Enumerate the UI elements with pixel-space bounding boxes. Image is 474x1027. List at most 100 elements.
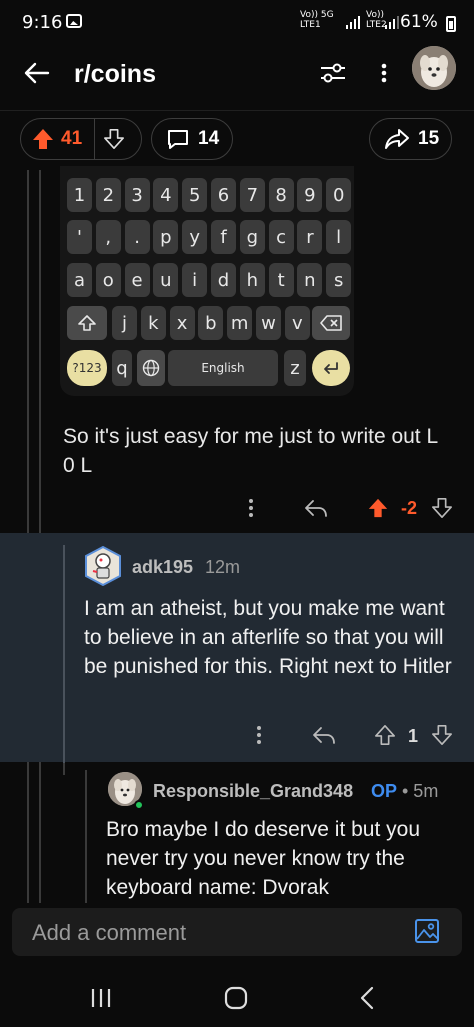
signal-icon [346,15,362,29]
z-key: z [284,350,306,386]
status-time: 9:16 [22,12,63,33]
row3-letter-key: e [124,263,150,297]
vote-separator [94,118,96,160]
row2-letter-key: r [297,220,323,254]
row1-digit-key: 8 [268,178,294,212]
network-info-2: Vo)) LTE2 [366,10,387,30]
subreddit-title[interactable]: r/coins [74,60,156,89]
more-vertical-icon[interactable] [374,58,394,88]
row2-letter-key: . [124,220,150,254]
network-sub-2: LTE2 [366,20,387,30]
comment-3-username[interactable]: Responsible_Grand348 [153,781,353,802]
row2-letter-key: y [182,220,208,254]
comment-2-avatar[interactable] [84,546,122,586]
row3-letter-key: i [182,263,208,297]
network-info: Vo)) 5G LTE1 [300,10,334,30]
comment-2-more-icon[interactable] [252,724,266,746]
recent-apps-icon[interactable] [90,987,112,1009]
row1-digit-key: 6 [211,178,236,212]
enter-key-icon [312,350,350,386]
row4-letter-key: v [284,306,310,340]
comment-2-time: 12m [205,557,241,577]
row3-letter-key: n [297,263,323,297]
row4-letter-key: k [140,306,166,340]
upvote-icon[interactable] [31,127,55,151]
op-badge: OP [371,781,398,801]
add-comment-input[interactable]: Add a comment [12,908,462,956]
comments-button[interactable]: 14 [151,118,233,160]
row2-letter-key: c [268,220,294,254]
row1-digit-key: 5 [182,178,208,212]
comment-1-more-icon[interactable] [244,497,258,519]
row2-letter-key: g [239,220,265,254]
q-key: q [112,350,132,386]
row1-digit-key: 0 [326,178,352,212]
comment-2-downvote-icon[interactable] [431,724,453,746]
comment-1-reply-icon[interactable] [303,497,329,519]
system-nav-bar [0,970,474,1027]
row2-letter-key: ' [67,220,92,254]
back-nav-icon[interactable] [358,986,376,1010]
row1-digit-key: 2 [95,178,121,212]
image-attach-icon[interactable] [414,918,440,944]
comment-3-time: • 5m [402,781,439,801]
row2-letter-key: p [153,220,179,254]
header-divider [0,110,474,111]
row3-letter-key: d [211,263,236,297]
row3-letter-key: u [153,263,179,297]
row4-letter-key: j [112,306,137,340]
comment-2-score: 1 [408,726,419,746]
row3-letter-key: h [239,263,265,297]
row4-letter-key: b [198,306,224,340]
globe-key-icon [137,350,165,386]
row1-digit-key: 7 [239,178,265,212]
sliders-icon[interactable] [318,58,348,88]
symbols-key: ?123 [67,350,107,386]
row2-letter-key: , [95,220,121,254]
comment-1-upvote-icon[interactable] [367,496,389,520]
thread-line-3-highlight[interactable] [63,545,65,763]
share-count: 15 [418,128,440,149]
comment-1-text: So it's just easy for me just to write o… [63,425,438,477]
row3-letter-key: o [95,263,121,297]
home-icon[interactable] [224,986,248,1010]
downvote-icon[interactable] [103,128,125,150]
comment-3-text: Bro maybe I do deserve it but you never … [106,818,421,899]
row4-letter-key: x [169,306,195,340]
row1-digit-key: 4 [153,178,179,212]
comment-1-downvote-icon[interactable] [431,497,453,519]
comment-2-reply-icon[interactable] [311,724,337,746]
keyboard-screenshot-image[interactable]: ?123 q English z 1 2 3 4 5 6 7 8 9 0 ',. p y f g c r l a o e… [60,166,354,396]
comment-1-score: -2 [401,498,418,518]
comment-icon [168,130,188,149]
status-bar: 9:16 Vo)) 5G LTE1 Vo)) LTE2 61% [0,0,474,44]
gallery-notification-icon [66,14,82,28]
comment-count: 14 [198,128,220,149]
network-label-2: Vo)) [366,10,384,20]
upvote-count: 41 [61,128,83,149]
signal-icon-2 [385,15,401,29]
arrow-left-icon[interactable] [22,58,52,88]
comment-2-upvote-icon[interactable] [374,724,396,746]
share-icon [385,129,409,149]
row3-letter-key: t [268,263,294,297]
row1-digit-key: 3 [124,178,150,212]
share-button[interactable]: 15 [369,118,452,160]
add-comment-placeholder: Add a comment [32,920,187,945]
online-status-badge [134,800,144,810]
row4-letter-key: m [227,306,253,340]
row2-letter-key: l [326,220,352,254]
network-sub-1: LTE1 [300,20,321,30]
shift-key-icon [67,306,107,340]
row3-letter-key: s [326,263,352,297]
app-header: r/coins [0,44,474,104]
row1-digit-key: 1 [67,178,92,212]
row4-letter-key: w [256,306,281,340]
battery-icon [446,16,456,32]
comment-2-text: I am an atheist, but you make me want to… [84,597,452,678]
comment-2-username[interactable]: adk195 [132,557,193,578]
space-key: English [168,350,278,386]
thread-line-4[interactable] [85,770,87,905]
backspace-key-icon [312,306,350,340]
user-avatar[interactable] [412,46,456,90]
